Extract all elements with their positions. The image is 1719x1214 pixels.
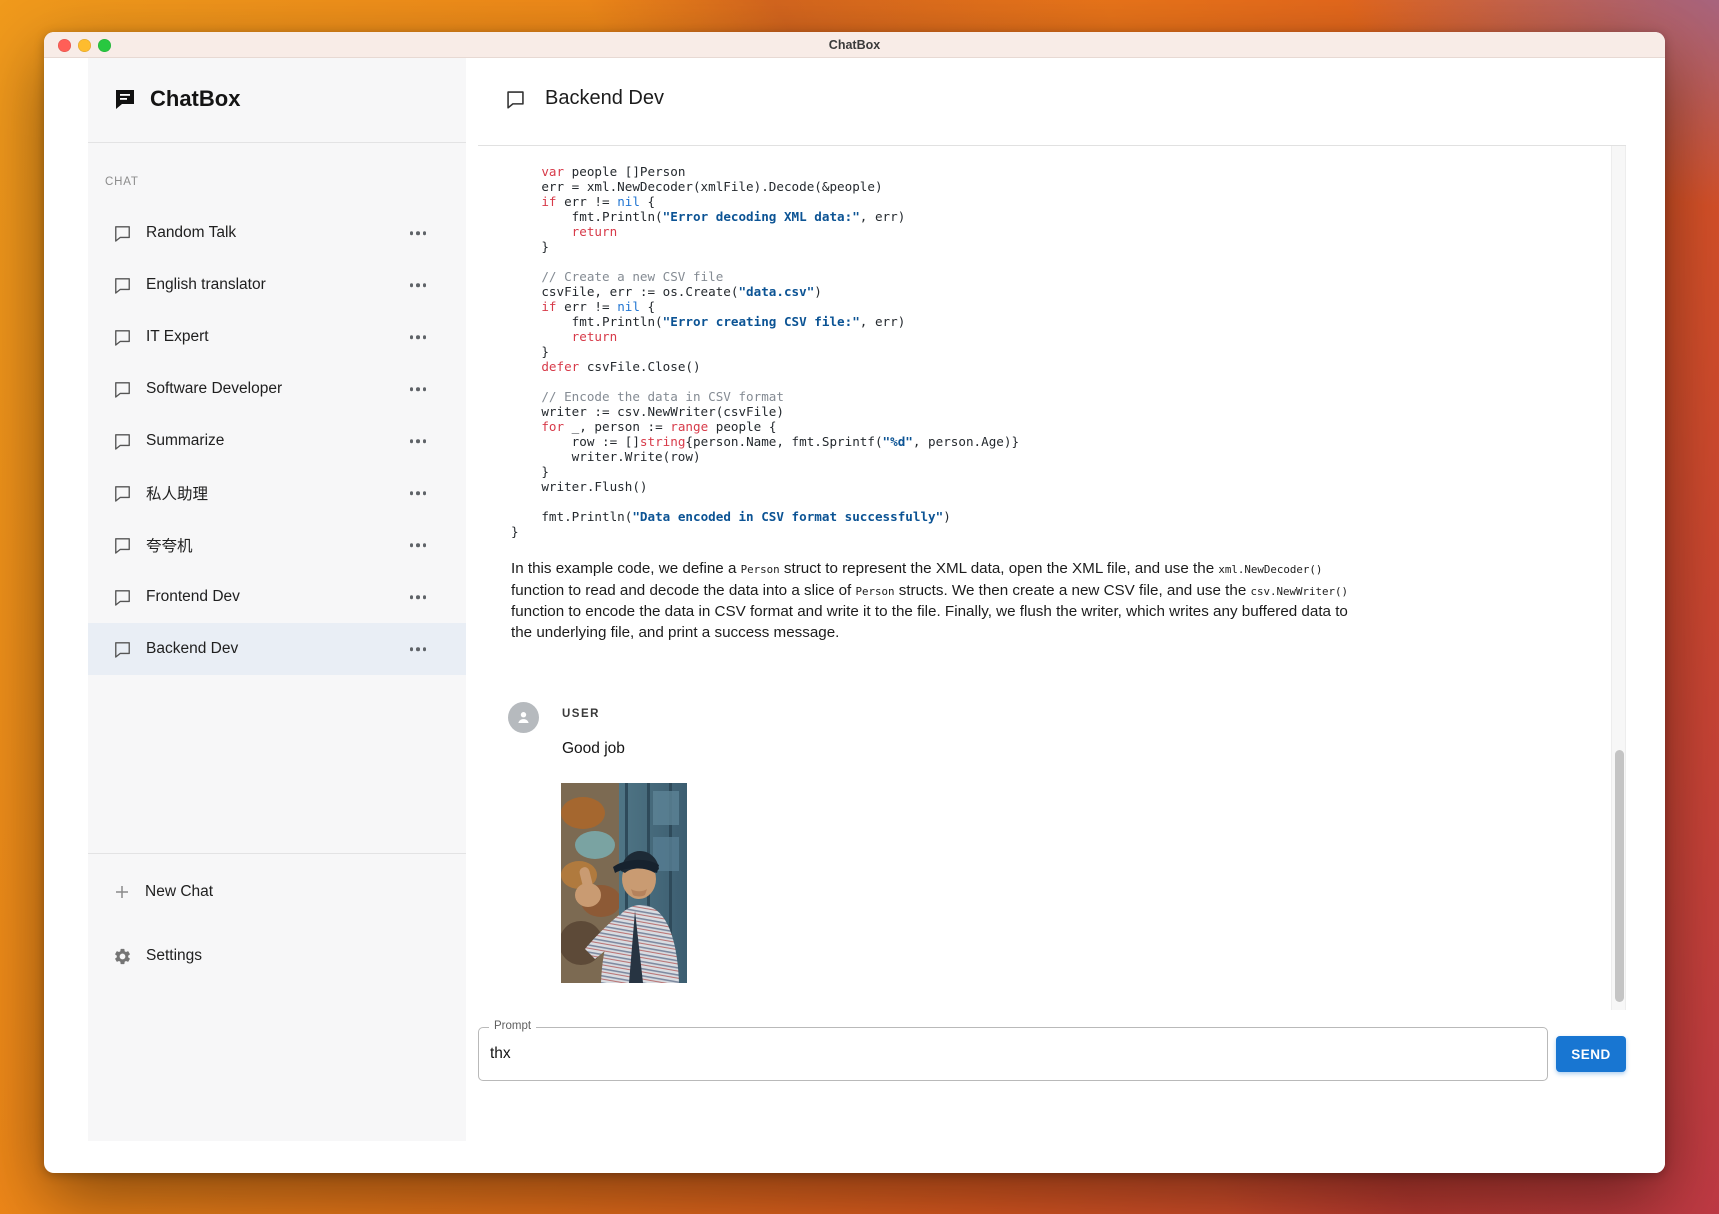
chat-bubble-icon bbox=[505, 89, 526, 110]
chat-bubble-icon bbox=[113, 484, 132, 503]
more-options-icon[interactable] bbox=[410, 231, 427, 235]
titlebar: ChatBox bbox=[44, 32, 1665, 58]
chat-section-label: CHAT bbox=[105, 176, 139, 188]
chat-bubble-icon bbox=[113, 536, 132, 555]
sidebar-item-夸夸机[interactable]: 夸夸机 bbox=[88, 519, 466, 571]
sidebar-item-label: Random Talk bbox=[146, 224, 236, 242]
sidebar-item-label: 夸夸机 bbox=[146, 534, 193, 556]
main-pane: Backend Dev var people []Person err = xm… bbox=[466, 58, 1665, 1173]
more-options-icon[interactable] bbox=[410, 439, 427, 443]
sidebar-item-label: Backend Dev bbox=[146, 640, 238, 658]
chat-bubble-icon bbox=[113, 588, 132, 607]
user-photo bbox=[561, 783, 687, 983]
user-avatar bbox=[508, 702, 539, 733]
app-window: ChatBox ChatBox CHAT Random Talk English … bbox=[44, 32, 1665, 1173]
more-options-icon[interactable] bbox=[410, 647, 427, 651]
chat-bubble-icon bbox=[113, 432, 132, 451]
sidebar-item-random-talk[interactable]: Random Talk bbox=[88, 207, 466, 259]
message-role-label: USER bbox=[562, 708, 600, 720]
more-options-icon[interactable] bbox=[410, 491, 427, 495]
prompt-field: Prompt bbox=[478, 1027, 1548, 1081]
send-button[interactable]: SEND bbox=[1556, 1036, 1626, 1072]
scrollbar-thumb[interactable] bbox=[1615, 750, 1624, 1002]
sidebar-item-label: IT Expert bbox=[146, 328, 209, 346]
sidebar-divider-bottom bbox=[88, 853, 466, 854]
chat-list: Random Talk English translator IT Expert So… bbox=[88, 207, 466, 675]
more-options-icon[interactable] bbox=[410, 595, 427, 599]
more-options-icon[interactable] bbox=[410, 387, 427, 391]
sidebar-item-english-translator[interactable]: English translator bbox=[88, 259, 466, 311]
settings-button[interactable]: Settings bbox=[88, 930, 466, 982]
scrollbar-track[interactable] bbox=[1611, 146, 1626, 1010]
new-chat-label: New Chat bbox=[145, 883, 213, 901]
more-options-icon[interactable] bbox=[410, 335, 427, 339]
zoom-window-button[interactable] bbox=[98, 39, 111, 52]
sidebar-item-summarize[interactable]: Summarize bbox=[88, 415, 466, 467]
chat-bubble-icon bbox=[113, 640, 132, 659]
chat-bubble-icon bbox=[113, 380, 132, 399]
settings-label: Settings bbox=[146, 947, 202, 965]
conversation-title: Backend Dev bbox=[545, 87, 664, 110]
plus-icon bbox=[113, 883, 131, 901]
gear-icon bbox=[113, 947, 132, 966]
sidebar-item-it-expert[interactable]: IT Expert bbox=[88, 311, 466, 363]
app-logo-row: ChatBox bbox=[113, 86, 240, 112]
chatbox-logo-icon bbox=[113, 87, 137, 111]
window-title: ChatBox bbox=[829, 38, 880, 52]
sidebar-item-label: Summarize bbox=[146, 432, 224, 450]
chat-bubble-icon bbox=[113, 276, 132, 295]
sidebar-item-frontend-dev[interactable]: Frontend Dev bbox=[88, 571, 466, 623]
sidebar-item-label: English translator bbox=[146, 276, 266, 294]
user-message-text: Good job bbox=[562, 740, 625, 758]
app-name: ChatBox bbox=[150, 86, 240, 112]
more-options-icon[interactable] bbox=[410, 543, 427, 547]
person-icon bbox=[514, 708, 533, 727]
sidebar-item-backend-dev[interactable]: Backend Dev bbox=[88, 623, 466, 675]
sidebar-item-label: 私人助理 bbox=[146, 482, 208, 504]
prompt-input[interactable] bbox=[490, 1028, 1530, 1080]
more-options-icon[interactable] bbox=[410, 283, 427, 287]
sidebar-item-私人助理[interactable]: 私人助理 bbox=[88, 467, 466, 519]
messages-scroll-area[interactable]: var people []Person err = xml.NewDecoder… bbox=[478, 146, 1611, 1010]
chat-bubble-icon bbox=[113, 224, 132, 243]
code-block: var people []Person err = xml.NewDecoder… bbox=[511, 164, 1019, 539]
traffic-lights bbox=[58, 39, 111, 52]
sidebar-item-label: Software Developer bbox=[146, 380, 282, 398]
sidebar-item-software-developer[interactable]: Software Developer bbox=[88, 363, 466, 415]
sidebar-divider-top bbox=[88, 142, 466, 143]
minimize-window-button[interactable] bbox=[78, 39, 91, 52]
sidebar-item-label: Frontend Dev bbox=[146, 588, 240, 606]
sidebar: ChatBox CHAT Random Talk English translat… bbox=[88, 58, 466, 1141]
new-chat-button[interactable]: New Chat bbox=[88, 866, 466, 918]
chat-bubble-icon bbox=[113, 328, 132, 347]
close-window-button[interactable] bbox=[58, 39, 71, 52]
explanation-text: In this example code, we define a Person… bbox=[511, 559, 1363, 643]
